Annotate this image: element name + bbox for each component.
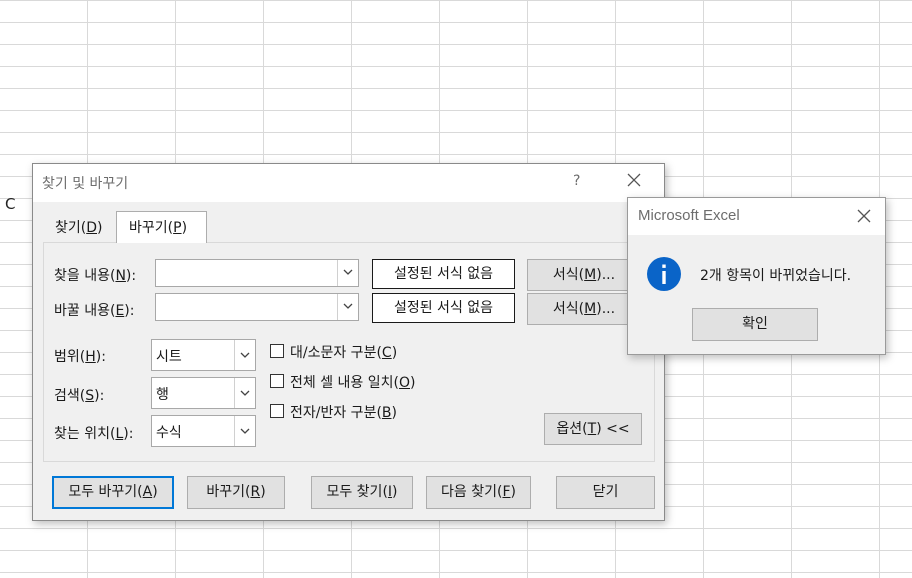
tab-find[interactable]: 찾기(D) [47,214,127,242]
match-byte-label[interactable]: 전자/반자 구분(B) [290,402,397,422]
info-icon [646,256,682,292]
tab-replace[interactable]: 바꾸기(P) [116,211,207,243]
find-what-label: 찾을 내용(N): [54,268,137,284]
options-button[interactable]: 옵션(T) << [544,413,642,445]
message-text: 2개 항목이 바뀌었습니다. [700,268,852,284]
dialog-title: 찾기 및 바꾸기 [42,176,129,192]
chevron-down-icon[interactable] [234,416,255,446]
find-all-button[interactable]: 모두 찾기(I) [311,476,413,509]
replace-with-combo[interactable] [155,293,359,321]
close-icon[interactable] [625,171,643,189]
cell-c: C [5,195,16,213]
replace-all-button[interactable]: 모두 바꾸기(A) [52,476,174,509]
message-box-titlebar[interactable]: Microsoft Excel [628,198,885,235]
find-format-button[interactable]: 서식(M)... [527,259,641,291]
look-in-label: 찾는 위치(L): [54,426,134,442]
chevron-down-icon[interactable] [234,378,255,408]
replace-button[interactable]: 바꾸기(R) [187,476,285,509]
close-button[interactable]: 닫기 [556,476,655,509]
dialog-titlebar[interactable]: 찾기 및 바꾸기 ? [33,164,664,202]
look-in-select[interactable]: 수식 [151,415,256,447]
match-case-checkbox[interactable] [270,344,284,358]
search-select[interactable]: 행 [151,377,256,409]
close-icon[interactable] [856,208,872,224]
match-entire-checkbox[interactable] [270,374,284,388]
within-label: 범위(H): [54,349,106,365]
replace-format-button[interactable]: 서식(M)... [527,293,641,325]
chevron-down-icon[interactable] [337,260,358,286]
match-case-label[interactable]: 대/소문자 구분(C) [290,342,397,362]
message-box: Microsoft Excel 2개 항목이 바뀌었습니다. 확인 [627,197,886,355]
ok-button[interactable]: 확인 [692,308,818,341]
find-next-button[interactable]: 다음 찾기(F) [426,476,531,509]
chevron-down-icon[interactable] [234,340,255,370]
find-format-preview: 설정된 서식 없음 [372,259,515,289]
search-label: 검색(S): [54,388,105,404]
message-box-title: Microsoft Excel [638,207,740,224]
replace-with-label: 바꿀 내용(E): [54,303,135,319]
find-replace-dialog: 찾기 및 바꾸기 ? 찾기(D) 바꾸기(P) 찾을 내용(N): 설정된 서식… [32,163,665,521]
replace-format-preview: 설정된 서식 없음 [372,293,515,323]
chevron-down-icon[interactable] [337,294,358,320]
help-button[interactable]: ? [573,173,580,189]
find-what-combo[interactable] [155,259,359,287]
match-byte-checkbox[interactable] [270,404,284,418]
match-entire-label[interactable]: 전체 셀 내용 일치(O) [290,372,415,392]
within-select[interactable]: 시트 [151,339,256,371]
